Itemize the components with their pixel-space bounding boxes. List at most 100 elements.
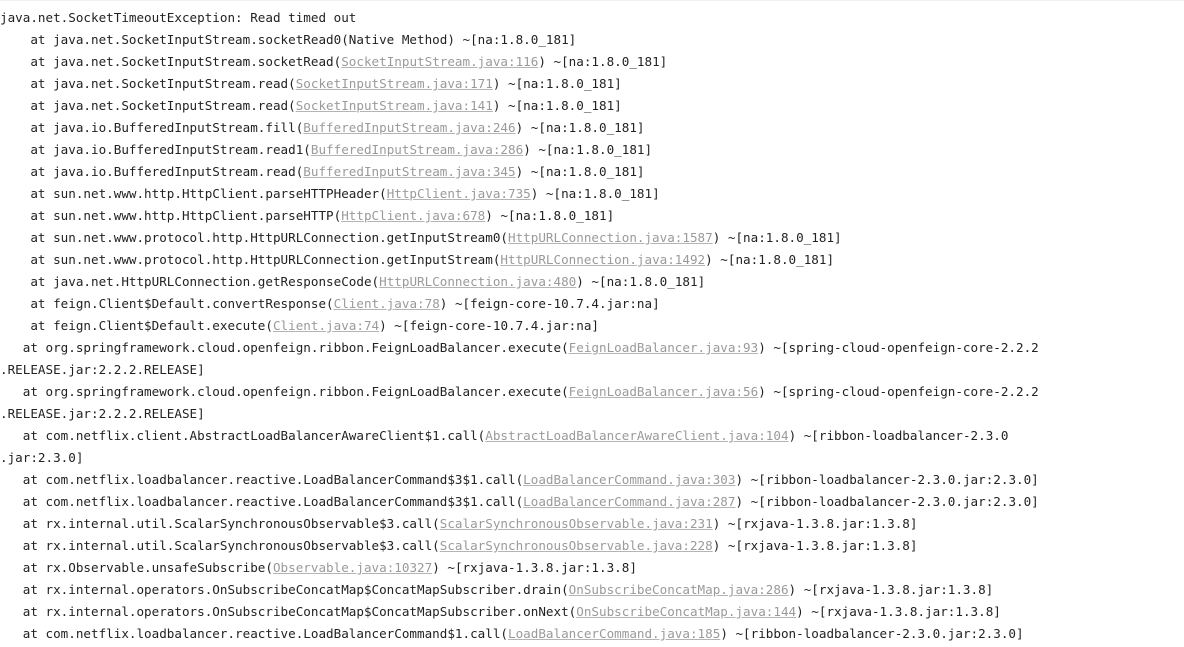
stacktrace-wrapped-line: .RELEASE.jar:2.2.2.RELEASE] bbox=[0, 403, 1184, 425]
stacktrace-frame-line: at org.springframework.cloud.openfeign.r… bbox=[0, 337, 1184, 359]
source-file-link[interactable]: HttpClient.java:735 bbox=[387, 186, 531, 201]
frame-text: ) ~[rxjava-1.3.8.jar:1.3.8] bbox=[788, 582, 994, 597]
stacktrace-wrapped-line: .jar:2.3.0] bbox=[0, 447, 1184, 469]
frame-text: at com.netflix.loadbalancer.reactive.Loa… bbox=[0, 494, 524, 509]
frame-text: ) ~[rxjava-1.3.8.jar:1.3.8] bbox=[712, 538, 918, 553]
frame-text: at rx.internal.operators.OnSubscribeConc… bbox=[0, 582, 569, 597]
frame-text: at com.netflix.loadbalancer.reactive.Loa… bbox=[0, 626, 508, 641]
source-file-link[interactable]: BufferedInputStream.java:246 bbox=[303, 120, 515, 135]
frame-text: ) ~[ribbon-loadbalancer-2.3.0.jar:2.3.0] bbox=[735, 494, 1039, 509]
stacktrace-frame-line: at com.netflix.client.AbstractLoadBalanc… bbox=[0, 425, 1184, 447]
frame-text: at java.net.HttpURLConnection.getRespons… bbox=[0, 274, 380, 289]
source-file-link[interactable]: HttpURLConnection.java:1492 bbox=[500, 252, 705, 267]
stacktrace-frame-line: at com.netflix.loadbalancer.reactive.Loa… bbox=[0, 469, 1184, 491]
frame-text: .RELEASE.jar:2.2.2.RELEASE] bbox=[0, 362, 205, 377]
stacktrace-wrapped-line: .RELEASE.jar:2.2.2.RELEASE] bbox=[0, 359, 1184, 381]
frame-text: at com.netflix.loadbalancer.reactive.Loa… bbox=[0, 472, 524, 487]
stacktrace-frame-line: at rx.Observable.unsafeSubscribe(Observa… bbox=[0, 557, 1184, 579]
frame-text: ) ~[rxjava-1.3.8.jar:1.3.8] bbox=[712, 516, 918, 531]
frame-text: ) ~[spring-cloud-openfeign-core-2.2.2 bbox=[758, 384, 1039, 399]
source-file-link[interactable]: BufferedInputStream.java:345 bbox=[303, 164, 515, 179]
source-file-link[interactable]: OnSubscribeConcatMap.java:144 bbox=[576, 604, 796, 619]
source-file-link[interactable]: AbstractLoadBalancerAwareClient.java:104 bbox=[485, 428, 788, 443]
stacktrace-frame-line: at sun.net.www.http.HttpClient.parseHTTP… bbox=[0, 205, 1184, 227]
stacktrace-frame-line: at sun.net.www.protocol.http.HttpURLConn… bbox=[0, 249, 1184, 271]
source-file-link[interactable]: LoadBalancerCommand.java:185 bbox=[508, 626, 720, 641]
frame-text: at java.net.SocketInputStream.socketRead… bbox=[0, 32, 577, 47]
frame-text: at java.io.BufferedInputStream.read( bbox=[0, 164, 304, 179]
frame-text: at java.io.BufferedInputStream.fill( bbox=[0, 120, 304, 135]
stacktrace-frame-line: at feign.Client$Default.convertResponse(… bbox=[0, 293, 1184, 315]
stacktrace-frame-line: at java.io.BufferedInputStream.read(Buff… bbox=[0, 161, 1184, 183]
frame-text: ) ~[na:1.8.0_181] bbox=[530, 186, 660, 201]
frame-text: ) ~[ribbon-loadbalancer-2.3.0 bbox=[788, 428, 1009, 443]
stacktrace-frame-line: at com.netflix.loadbalancer.reactive.Loa… bbox=[0, 623, 1184, 645]
source-file-link[interactable]: HttpURLConnection.java:1587 bbox=[508, 230, 713, 245]
stacktrace-frame-line: at java.io.BufferedInputStream.fill(Buff… bbox=[0, 117, 1184, 139]
stacktrace-frame-line: at rx.internal.operators.OnSubscribeConc… bbox=[0, 601, 1184, 623]
exception-header-line: java.net.SocketTimeoutException: Read ti… bbox=[0, 7, 1184, 29]
source-file-link[interactable]: BufferedInputStream.java:286 bbox=[311, 142, 523, 157]
stacktrace-frame-line: at java.net.HttpURLConnection.getRespons… bbox=[0, 271, 1184, 293]
frame-text: at com.netflix.client.AbstractLoadBalanc… bbox=[0, 428, 486, 443]
frame-text: ) ~[feign-core-10.7.4.jar:na] bbox=[379, 318, 600, 333]
frame-text: at sun.net.www.protocol.http.HttpURLConn… bbox=[0, 252, 501, 267]
source-file-link[interactable]: LoadBalancerCommand.java:303 bbox=[523, 472, 735, 487]
source-file-link[interactable]: LoadBalancerCommand.java:287 bbox=[523, 494, 735, 509]
frame-text: at rx.internal.util.ScalarSynchronousObs… bbox=[0, 516, 440, 531]
frame-text: ) ~[rxjava-1.3.8.jar:1.3.8] bbox=[796, 604, 1001, 619]
stacktrace-frame-line: at java.net.SocketInputStream.socketRead… bbox=[0, 51, 1184, 73]
frame-text: at feign.Client$Default.execute( bbox=[0, 318, 273, 333]
stacktrace-frame-line: at sun.net.www.protocol.http.HttpURLConn… bbox=[0, 227, 1184, 249]
stacktrace-frame-line: at java.net.SocketInputStream.socketRead… bbox=[0, 29, 1184, 51]
source-file-link[interactable]: Client.java:78 bbox=[334, 296, 440, 311]
frame-text: at java.net.SocketInputStream.read( bbox=[0, 98, 296, 113]
source-file-link[interactable]: ScalarSynchronousObservable.java:231 bbox=[440, 516, 713, 531]
frame-text: ) ~[feign-core-10.7.4.jar:na] bbox=[439, 296, 660, 311]
frame-text: ) ~[na:1.8.0_181] bbox=[515, 120, 645, 135]
frame-text: ) ~[na:1.8.0_181] bbox=[492, 98, 622, 113]
stacktrace-frame-line: at sun.net.www.http.HttpClient.parseHTTP… bbox=[0, 183, 1184, 205]
frame-text: ) ~[na:1.8.0_181] bbox=[538, 54, 668, 69]
source-file-link[interactable]: SocketInputStream.java:116 bbox=[341, 54, 538, 69]
stacktrace-line-list: java.net.SocketTimeoutException: Read ti… bbox=[0, 7, 1184, 645]
frame-text: ) ~[na:1.8.0_181] bbox=[485, 208, 615, 223]
source-file-link[interactable]: SocketInputStream.java:141 bbox=[296, 98, 493, 113]
frame-text: at java.io.BufferedInputStream.read1( bbox=[0, 142, 311, 157]
frame-text: at sun.net.www.http.HttpClient.parseHTTP… bbox=[0, 186, 387, 201]
frame-text: ) ~[na:1.8.0_181] bbox=[492, 76, 622, 91]
frame-text: .jar:2.3.0] bbox=[0, 450, 84, 465]
source-file-link[interactable]: HttpClient.java:678 bbox=[341, 208, 485, 223]
frame-text: ) ~[spring-cloud-openfeign-core-2.2.2 bbox=[758, 340, 1039, 355]
frame-text: at java.net.SocketInputStream.read( bbox=[0, 76, 296, 91]
frame-text: ) ~[na:1.8.0_181] bbox=[712, 230, 842, 245]
frame-text: java.net.SocketTimeoutException: Read ti… bbox=[0, 10, 357, 25]
frame-text: ) ~[ribbon-loadbalancer-2.3.0.jar:2.3.0] bbox=[735, 472, 1039, 487]
source-file-link[interactable]: OnSubscribeConcatMap.java:286 bbox=[569, 582, 789, 597]
stacktrace-console: java.net.SocketTimeoutException: Read ti… bbox=[0, 0, 1184, 647]
source-file-link[interactable]: FeignLoadBalancer.java:93 bbox=[569, 340, 759, 355]
stacktrace-frame-line: at rx.internal.operators.OnSubscribeConc… bbox=[0, 579, 1184, 601]
stacktrace-frame-line: at java.io.BufferedInputStream.read1(Buf… bbox=[0, 139, 1184, 161]
stacktrace-frame-line: at rx.internal.util.ScalarSynchronousObs… bbox=[0, 535, 1184, 557]
frame-text: at org.springframework.cloud.openfeign.r… bbox=[0, 340, 569, 355]
source-file-link[interactable]: Client.java:74 bbox=[273, 318, 379, 333]
stacktrace-frame-line: at com.netflix.loadbalancer.reactive.Loa… bbox=[0, 491, 1184, 513]
frame-text: ) ~[rxjava-1.3.8.jar:1.3.8] bbox=[432, 560, 637, 575]
frame-text: at rx.Observable.unsafeSubscribe( bbox=[0, 560, 273, 575]
frame-text: at sun.net.www.http.HttpClient.parseHTTP… bbox=[0, 208, 342, 223]
frame-text: ) ~[na:1.8.0_181] bbox=[515, 164, 645, 179]
frame-text: at org.springframework.cloud.openfeign.r… bbox=[0, 384, 569, 399]
frame-text: ) ~[na:1.8.0_181] bbox=[523, 142, 653, 157]
frame-text: ) ~[ribbon-loadbalancer-2.3.0.jar:2.3.0] bbox=[720, 626, 1024, 641]
stacktrace-frame-line: at org.springframework.cloud.openfeign.r… bbox=[0, 381, 1184, 403]
stacktrace-frame-line: at feign.Client$Default.execute(Client.j… bbox=[0, 315, 1184, 337]
frame-text: ) ~[na:1.8.0_181] bbox=[705, 252, 835, 267]
source-file-link[interactable]: FeignLoadBalancer.java:56 bbox=[569, 384, 759, 399]
frame-text: at rx.internal.util.ScalarSynchronousObs… bbox=[0, 538, 440, 553]
frame-text: at rx.internal.operators.OnSubscribeConc… bbox=[0, 604, 577, 619]
source-file-link[interactable]: HttpURLConnection.java:480 bbox=[379, 274, 576, 289]
source-file-link[interactable]: SocketInputStream.java:171 bbox=[296, 76, 493, 91]
source-file-link[interactable]: Observable.java:10327 bbox=[273, 560, 432, 575]
source-file-link[interactable]: ScalarSynchronousObservable.java:228 bbox=[440, 538, 713, 553]
